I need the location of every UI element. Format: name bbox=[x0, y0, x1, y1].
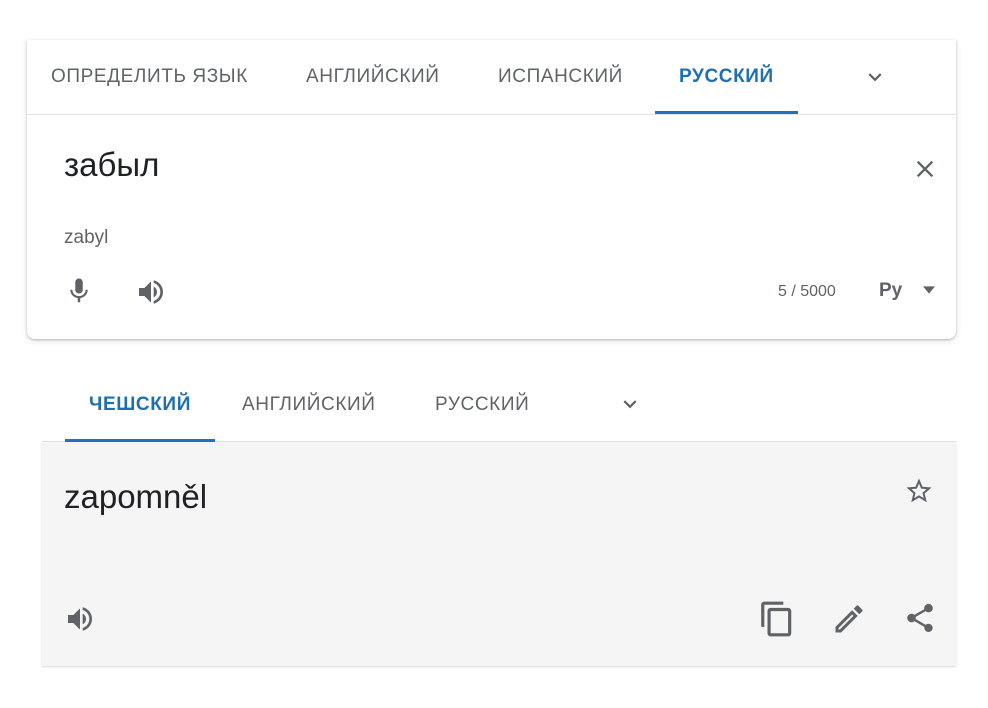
translation-text: zapomněl bbox=[64, 478, 208, 515]
chevron-down-icon[interactable] bbox=[862, 64, 888, 90]
tab-target-czech[interactable]: ЧЕШСКИЙ bbox=[65, 368, 215, 442]
character-count: 5 / 5000 bbox=[778, 283, 836, 300]
tab-source-english[interactable]: АНГЛИЙСКИЙ bbox=[306, 40, 440, 113]
target-language-tabs: ЧЕШСКИЙ АНГЛИЙСКИЙ РУССКИЙ bbox=[42, 368, 956, 442]
close-icon[interactable] bbox=[911, 155, 939, 183]
share-icon[interactable] bbox=[903, 601, 937, 635]
pencil-icon[interactable] bbox=[831, 601, 867, 637]
copy-icon[interactable] bbox=[758, 600, 796, 638]
tab-source-russian[interactable]: РУССКИЙ bbox=[655, 40, 798, 114]
source-panel: ОПРЕДЕЛИТЬ ЯЗЫК АНГЛИЙСКИЙ ИСПАНСКИЙ РУС… bbox=[27, 40, 956, 339]
source-language-tabs: ОПРЕДЕЛИТЬ ЯЗЫК АНГЛИЙСКИЙ ИСПАНСКИЙ РУС… bbox=[27, 40, 956, 115]
chevron-down-icon[interactable] bbox=[617, 391, 643, 417]
star-outline-icon[interactable] bbox=[904, 476, 934, 506]
tab-source-spanish[interactable]: ИСПАНСКИЙ bbox=[498, 40, 623, 113]
transliteration: zabyl bbox=[64, 227, 109, 248]
tab-target-russian[interactable]: РУССКИЙ bbox=[435, 368, 529, 441]
source-text-input[interactable]: забыл bbox=[64, 146, 159, 184]
microphone-icon[interactable] bbox=[64, 276, 94, 306]
speaker-icon[interactable] bbox=[64, 603, 96, 635]
caret-down-icon[interactable] bbox=[923, 286, 935, 294]
tab-detect-language[interactable]: ОПРЕДЕЛИТЬ ЯЗЫК bbox=[51, 40, 248, 113]
speaker-icon[interactable] bbox=[135, 276, 167, 308]
translation-panel: zapomněl bbox=[42, 442, 956, 666]
input-tool-button[interactable]: Pу bbox=[879, 280, 902, 302]
tab-target-english[interactable]: АНГЛИЙСКИЙ bbox=[242, 368, 376, 441]
